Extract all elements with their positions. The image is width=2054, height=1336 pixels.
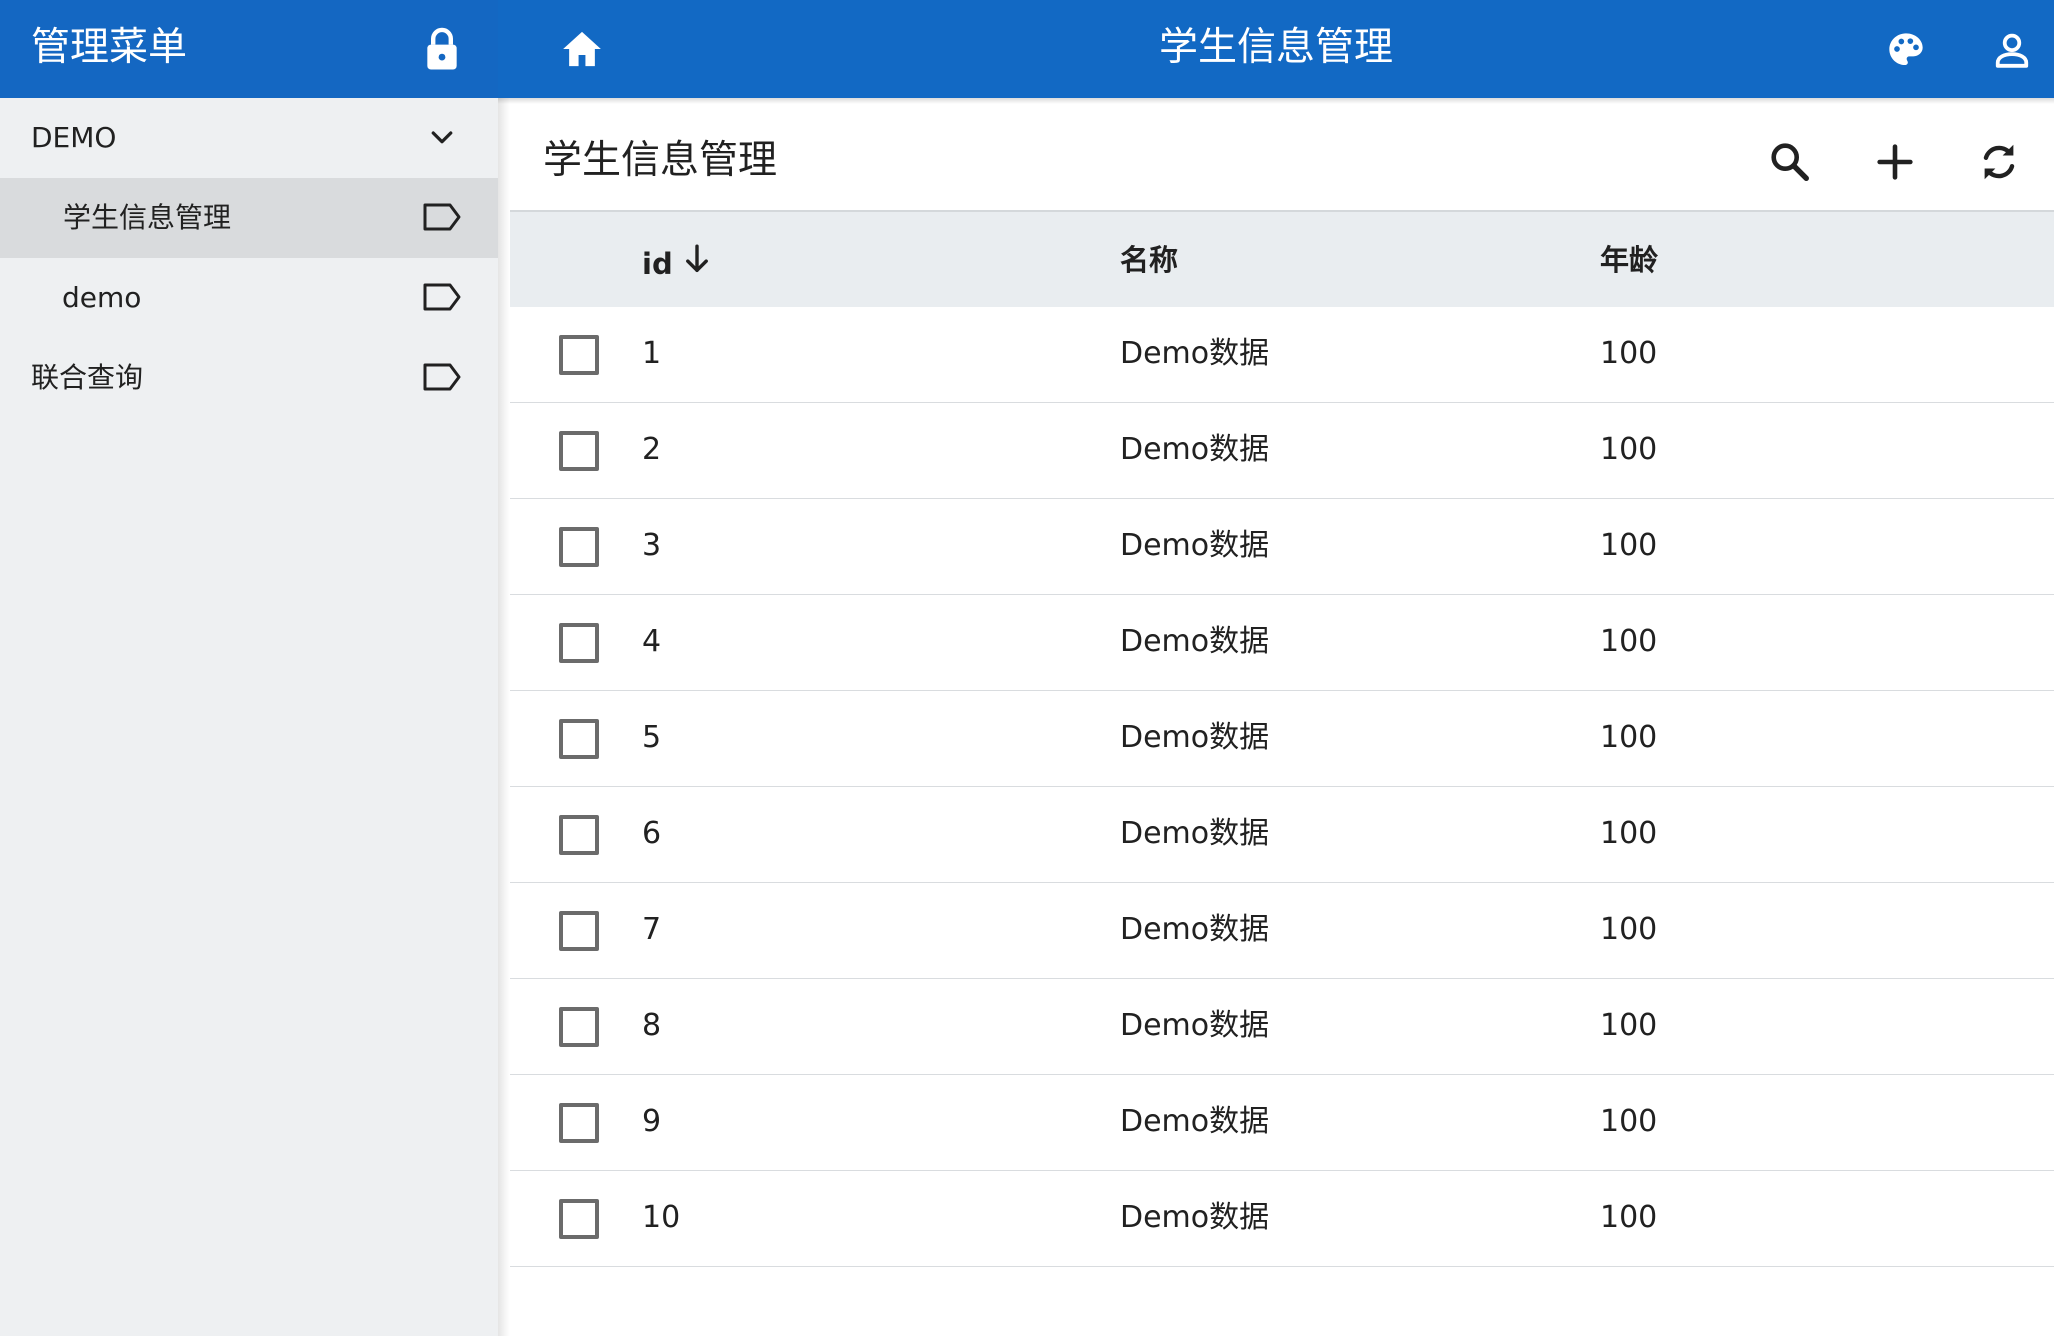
cell-name: Demo数据 — [1120, 432, 1270, 467]
row-checkbox[interactable] — [559, 719, 599, 759]
label-tag-icon — [423, 283, 461, 311]
palette-icon[interactable] — [1885, 30, 1927, 70]
sidebar-title: 管理菜单 — [31, 25, 188, 70]
sidebar-item-label: 学生信息管理 — [63, 201, 232, 234]
table-row[interactable]: 3 Demo数据 100 — [510, 499, 2054, 595]
table-row[interactable]: 6 Demo数据 100 — [510, 787, 2054, 883]
cell-id: 4 — [642, 624, 662, 659]
add-icon[interactable] — [1872, 139, 1918, 185]
cell-id: 8 — [642, 1008, 662, 1043]
app-bar-title: 学生信息管理 — [1158, 25, 1393, 70]
sidebar-header: 管理菜单 — [0, 0, 498, 98]
row-checkbox[interactable] — [559, 1007, 599, 1047]
cell-id: 2 — [642, 432, 662, 467]
table-row[interactable]: 9 Demo数据 100 — [510, 1075, 2054, 1171]
sidebar-item-student-info[interactable]: 学生信息管理 — [0, 178, 498, 258]
cell-id: 9 — [642, 1104, 662, 1139]
cell-age: 100 — [1600, 624, 1658, 659]
row-checkbox[interactable] — [559, 335, 599, 375]
sidebar-item-label: demo — [62, 281, 142, 314]
cell-age: 100 — [1600, 720, 1658, 755]
label-tag-icon — [423, 203, 461, 231]
row-checkbox[interactable] — [559, 527, 599, 567]
page-title: 学生信息管理 — [543, 138, 778, 183]
sidebar-group-label: DEMO — [31, 121, 117, 154]
app-root: 管理菜单 DEMO 学生信息管理 demo 联合查询 学生信息管理 学生信息管理… — [0, 0, 2054, 1336]
lock-icon[interactable] — [424, 27, 460, 71]
table-row[interactable]: 1 Demo数据 100 — [510, 307, 2054, 403]
cell-age: 100 — [1600, 1104, 1658, 1139]
cell-name: Demo数据 — [1120, 528, 1270, 563]
table-row[interactable]: 10 Demo数据 100 — [510, 1171, 2054, 1267]
cell-age: 100 — [1600, 816, 1658, 851]
cell-name: Demo数据 — [1120, 912, 1270, 947]
cell-id: 3 — [642, 528, 662, 563]
cell-age: 100 — [1600, 336, 1658, 371]
cell-age: 100 — [1600, 912, 1658, 947]
table-row[interactable]: 8 Demo数据 100 — [510, 979, 2054, 1075]
account-icon[interactable] — [1993, 31, 2031, 69]
cell-age: 100 — [1600, 528, 1658, 563]
sidebar-item-label: 联合查询 — [31, 361, 144, 394]
cell-name: Demo数据 — [1120, 1200, 1270, 1235]
cell-age: 100 — [1600, 432, 1658, 467]
sidebar-shadow — [498, 98, 510, 1336]
sidebar: 管理菜单 DEMO 学生信息管理 demo 联合查询 — [0, 0, 498, 1336]
column-header-age[interactable]: 年龄 — [1600, 240, 1658, 280]
cell-age: 100 — [1600, 1200, 1658, 1235]
cell-id: 1 — [642, 336, 662, 371]
cell-id: 5 — [642, 720, 662, 755]
table-row[interactable]: 2 Demo数据 100 — [510, 403, 2054, 499]
table-row[interactable]: 5 Demo数据 100 — [510, 691, 2054, 787]
cell-name: Demo数据 — [1120, 336, 1270, 371]
cell-name: Demo数据 — [1120, 1008, 1270, 1043]
cell-name: Demo数据 — [1120, 624, 1270, 659]
cell-name: Demo数据 — [1120, 816, 1270, 851]
label-tag-icon — [423, 363, 461, 391]
column-header-name[interactable]: 名称 — [1120, 240, 1178, 280]
row-checkbox[interactable] — [559, 1199, 599, 1239]
cell-id: 6 — [642, 816, 662, 851]
cell-name: Demo数据 — [1120, 720, 1270, 755]
table-header: id 名称 年龄 — [510, 210, 2054, 307]
table-row[interactable]: 7 Demo数据 100 — [510, 883, 2054, 979]
cell-id: 7 — [642, 912, 662, 947]
sidebar-item-demo[interactable]: demo — [0, 258, 498, 338]
column-header-id[interactable]: id — [642, 244, 673, 284]
row-checkbox[interactable] — [559, 431, 599, 471]
row-checkbox[interactable] — [559, 911, 599, 951]
arrow-down-icon[interactable] — [682, 242, 712, 276]
row-checkbox[interactable] — [559, 623, 599, 663]
cell-id: 10 — [642, 1200, 681, 1235]
refresh-icon[interactable] — [1976, 139, 2022, 185]
chevron-down-icon[interactable] — [427, 122, 457, 154]
cell-name: Demo数据 — [1120, 1104, 1270, 1139]
sidebar-group-demo[interactable]: DEMO — [0, 98, 498, 178]
cell-age: 100 — [1600, 1008, 1658, 1043]
content-panel: 学生信息管理 id 名称 年龄 1 Demo数据 100 2 Demo数据 10… — [510, 104, 2054, 1336]
search-icon[interactable] — [1767, 139, 1813, 185]
sidebar-item-joint-query[interactable]: 联合查询 — [0, 338, 498, 418]
row-checkbox[interactable] — [559, 815, 599, 855]
row-checkbox[interactable] — [559, 1103, 599, 1143]
table-row[interactable]: 4 Demo数据 100 — [510, 595, 2054, 691]
table-body: 1 Demo数据 100 2 Demo数据 100 3 Demo数据 100 4… — [510, 307, 2054, 1267]
